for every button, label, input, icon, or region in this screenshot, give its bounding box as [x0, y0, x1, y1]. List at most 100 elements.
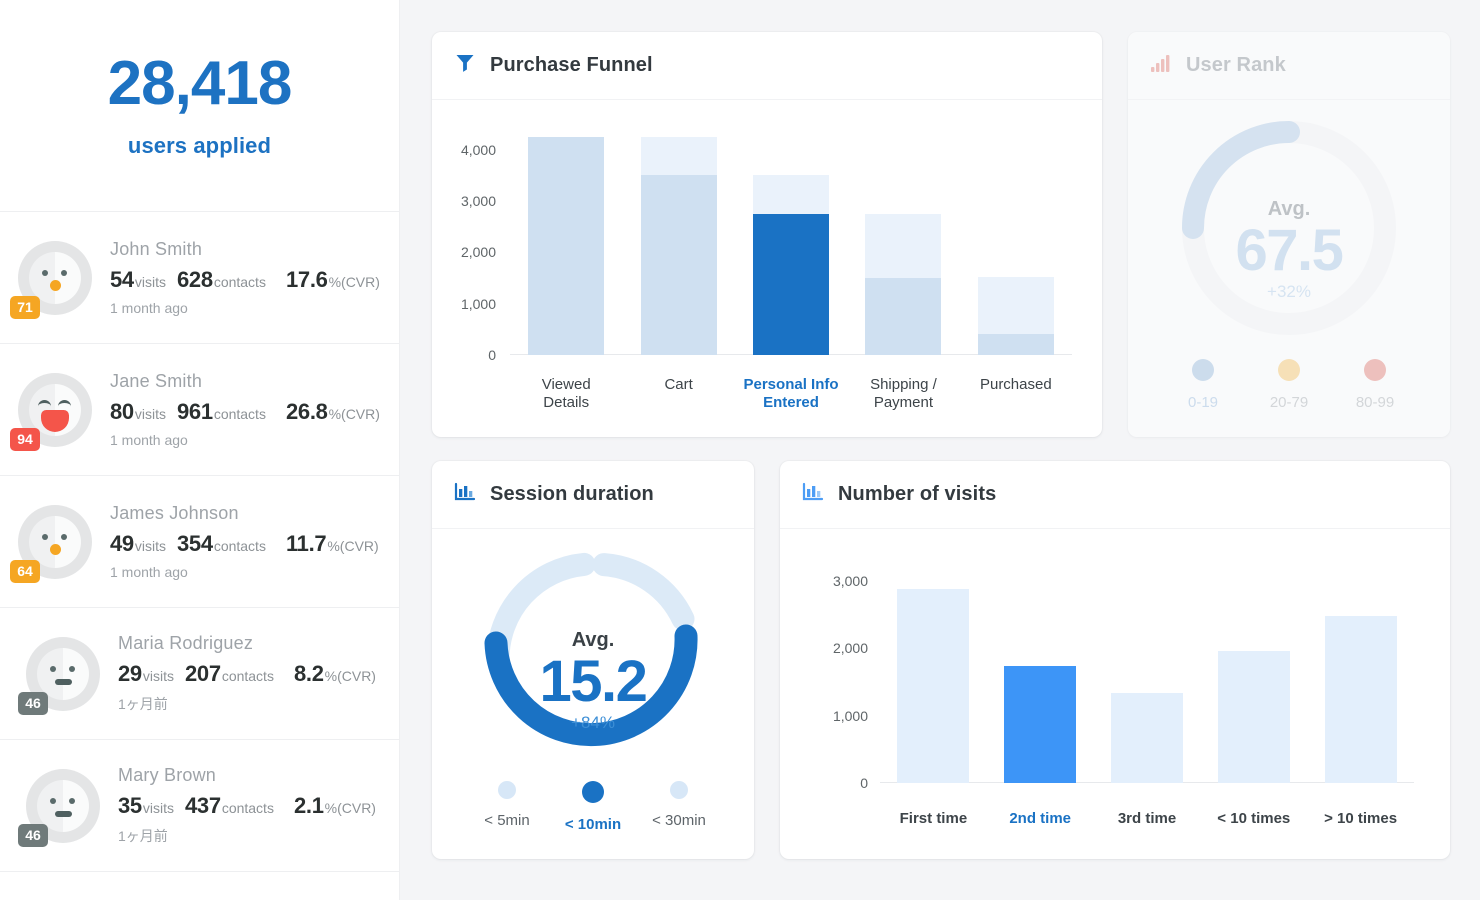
bar-value: [897, 589, 969, 783]
funnel-icon: [454, 52, 476, 79]
bar-column[interactable]: [1094, 567, 1201, 783]
legend-label: < 10min: [565, 816, 621, 833]
user-name: Mary Brown: [118, 765, 387, 786]
legend-item[interactable]: 20-79: [1246, 359, 1332, 411]
x-tick-label[interactable]: 2nd time: [987, 810, 1094, 829]
bar-value: [641, 175, 717, 355]
session-duration-card: Session duration Avg. 15.2 +84%: [432, 461, 754, 859]
cvr-unit: %(CVR): [325, 800, 376, 816]
hero-stat: 28,418 users applied: [0, 0, 399, 212]
session-duration-body: Avg. 15.2 +84% < 5min< 10min< 30min: [432, 529, 754, 859]
y-axis: 4,0003,0002,0001,0000: [432, 100, 504, 437]
visits-unit: visits: [135, 538, 166, 554]
contacts-unit: contacts: [222, 800, 274, 816]
y-tick: 2,000: [461, 244, 496, 260]
cvr-unit: %(CVR): [325, 668, 376, 684]
legend-dot-icon: [498, 781, 516, 799]
contacts-unit: contacts: [214, 538, 266, 554]
bar-column[interactable]: [847, 124, 959, 355]
user-info: James Johnson49visits354contacts11.7%(CV…: [110, 503, 390, 580]
list-item[interactable]: 64James Johnson49visits354contacts11.7%(…: [0, 476, 399, 608]
x-tick-label[interactable]: Cart: [622, 376, 734, 414]
purchase-funnel-title: Purchase Funnel: [490, 54, 653, 77]
visits-value: 29: [118, 661, 142, 687]
cvr-value: 17.6: [286, 267, 328, 293]
user-rank-delta: +32%: [1189, 282, 1389, 302]
legend-label: 80-99: [1356, 394, 1394, 411]
bar-column[interactable]: [880, 567, 987, 783]
eye-icon: [69, 798, 75, 804]
bar-column[interactable]: [1200, 567, 1307, 783]
legend-item[interactable]: < 10min: [550, 781, 636, 833]
number-of-visits-body: 3,0002,0001,0000First time2nd time3rd ti…: [780, 529, 1450, 859]
y-tick: 0: [860, 775, 868, 791]
x-tick-label[interactable]: ViewedDetails: [510, 376, 622, 414]
bar-column[interactable]: [735, 124, 847, 355]
eye-icon: [69, 666, 75, 672]
bar-value: [753, 214, 829, 355]
visits-unit: visits: [135, 274, 166, 290]
user-rank-gauge: Avg. 67.5 +32% 0-1920-79 80-99: [1128, 100, 1450, 437]
bar-column[interactable]: [1307, 567, 1414, 783]
legend-item[interactable]: < 30min: [636, 781, 722, 833]
user-rank-legend: 0-1920-79 80-99: [1128, 359, 1450, 411]
list-item[interactable]: 46Maria Rodriguez29visits207contacts8.2%…: [0, 608, 399, 740]
bar-value: [1111, 693, 1183, 783]
legend-label: < 5min: [484, 812, 529, 829]
user-timestamp: 1ヶ月前: [118, 694, 387, 714]
x-tick-label[interactable]: Purchased: [960, 376, 1072, 414]
list-item[interactable]: 94Jane Smith80visits961contacts26.8%(CVR…: [0, 344, 399, 476]
legend-dot-icon: [1192, 359, 1214, 381]
bar-group: [510, 124, 1072, 355]
y-tick: 3,000: [461, 193, 496, 209]
visits-unit: visits: [143, 800, 174, 816]
bar-column[interactable]: [960, 124, 1072, 355]
x-tick-label[interactable]: < 10 times: [1200, 810, 1307, 829]
contacts-value: 628: [177, 267, 213, 293]
y-tick: 1,000: [833, 708, 868, 724]
user-stats: 54visits628contacts17.6%(CVR): [110, 267, 391, 293]
legend-item[interactable]: < 5min: [464, 781, 550, 833]
visits-unit: visits: [135, 406, 166, 422]
list-item[interactable]: 46Mary Brown35visits437contacts2.1%(CVR)…: [0, 740, 399, 872]
x-tick-label[interactable]: Shipping /Payment: [847, 376, 959, 414]
mouth-icon: [41, 410, 69, 432]
mouth-icon: [55, 679, 72, 685]
legend-dot-icon: [670, 781, 688, 799]
user-name: John Smith: [110, 239, 391, 260]
legend-dot-icon: [582, 781, 604, 803]
x-axis: ViewedDetailsCartPersonal InfoEnteredShi…: [510, 376, 1072, 414]
avatar: 94: [18, 373, 92, 447]
user-name: Jane Smith: [110, 371, 391, 392]
x-tick-label[interactable]: Personal InfoEntered: [735, 376, 847, 414]
user-info: Jane Smith80visits961contacts26.8%(CVR)1…: [110, 371, 391, 448]
cvr-value: 8.2: [294, 661, 324, 687]
user-timestamp: 1 month ago: [110, 564, 390, 580]
session-duration-legend: < 5min < 10min < 30min: [432, 781, 754, 833]
legend-item[interactable]: 0-19: [1160, 359, 1246, 411]
contacts-value: 437: [185, 793, 221, 819]
legend-item[interactable]: 80-99: [1332, 359, 1418, 411]
y-tick: 2,000: [833, 640, 868, 656]
user-rank-header: User Rank: [1128, 32, 1450, 100]
eye-icon: [42, 270, 48, 276]
bar-column[interactable]: [510, 124, 622, 355]
bar-column[interactable]: [622, 124, 734, 355]
cvr-unit: %(CVR): [329, 274, 380, 290]
contacts-unit: contacts: [214, 274, 266, 290]
x-tick-label[interactable]: 3rd time: [1094, 810, 1201, 829]
avatar: 71: [18, 241, 92, 315]
x-tick-label[interactable]: > 10 times: [1307, 810, 1414, 829]
session-value: 15.2: [493, 652, 693, 713]
main-content: Purchase Funnel 4,0003,0002,0001,0000Vie…: [400, 0, 1480, 900]
eye-icon: [61, 534, 67, 540]
list-item[interactable]: 71John Smith54visits628contacts17.6%(CVR…: [0, 212, 399, 344]
user-info: John Smith54visits628contacts17.6%(CVR)1…: [110, 239, 391, 316]
x-tick-label[interactable]: First time: [880, 810, 987, 829]
bar-chart-icon: [802, 482, 824, 507]
purchase-funnel-body: 4,0003,0002,0001,0000ViewedDetailsCartPe…: [432, 100, 1102, 437]
x-axis: First time2nd time3rd time< 10 times> 10…: [880, 810, 1414, 829]
visits-value: 80: [110, 399, 134, 425]
user-rank-center: Avg. 67.5 +32%: [1189, 198, 1389, 302]
bar-column[interactable]: [987, 567, 1094, 783]
